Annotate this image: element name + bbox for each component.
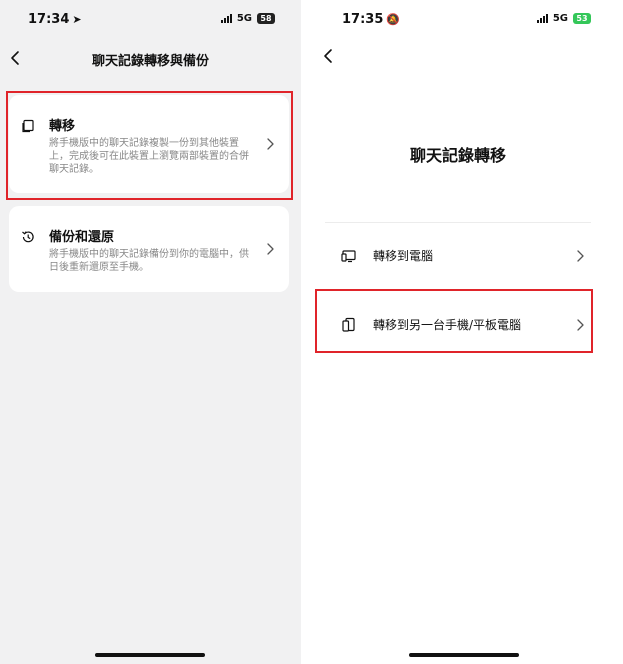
status-indicators: 5G 53 (536, 13, 591, 24)
transfer-to-device-label: 轉移到另一台手機/平板電腦 (373, 318, 522, 332)
transfer-to-device-row[interactable]: 轉移到另一台手機/平板電腦 (313, 295, 603, 355)
transfer-to-computer-row[interactable]: 轉移到電腦 (313, 226, 603, 286)
signal-icon (536, 14, 548, 23)
home-indicator (95, 653, 205, 657)
left-screen: 17:34 ➤ 5G 58 聊天記錄轉移與備份 轉移 將手機版中的聊天記錄複製一份… (0, 0, 301, 664)
nav-bar: 聊天記錄轉移與備份 (0, 44, 301, 74)
backup-restore-card[interactable]: 備份和還原 將手機版中的聊天記錄備份到你的電腦中，供日後重新還原至手機。 (9, 206, 289, 292)
history-icon (22, 231, 34, 243)
computer-icon (341, 250, 356, 263)
status-indicators: 5G 58 (220, 13, 275, 24)
backup-restore-title: 備份和還原 (49, 230, 115, 245)
chevron-right-icon (267, 243, 274, 255)
page-title: 聊天記錄轉移 (409, 146, 506, 165)
battery-charging-icon: 53 (573, 13, 591, 24)
bell-muted-icon: 🔕 (386, 13, 401, 26)
devices-icon (342, 317, 355, 332)
status-time-text: 17:35 (342, 12, 384, 27)
right-screen: 17:35 🔕 5G 53 聊天記錄轉移 轉移到電腦 轉移到另一台手機/平板電腦 (313, 0, 603, 664)
chevron-right-icon (577, 250, 584, 262)
chevron-right-icon (267, 138, 274, 150)
home-indicator (409, 653, 519, 657)
page-title: 聊天記錄轉移與備份 (91, 54, 209, 69)
status-time: 17:34 ➤ (28, 12, 82, 27)
transfer-to-computer-label: 轉移到電腦 (373, 249, 434, 263)
battery-icon: 58 (257, 13, 275, 24)
transfer-card[interactable]: 轉移 將手機版中的聊天記錄複製一份到其他裝置上，完成後可在此裝置上瀏覽兩部裝置的… (9, 95, 289, 193)
copy-icon (22, 119, 34, 133)
divider (325, 222, 591, 223)
chevron-right-icon (577, 319, 584, 331)
network-label: 5G (552, 13, 568, 24)
status-time: 17:35 🔕 (342, 12, 400, 27)
signal-icon (220, 14, 232, 23)
transfer-description: 將手機版中的聊天記錄複製一份到其他裝置上，完成後可在此裝置上瀏覽兩部裝置的合併聊… (49, 138, 249, 175)
back-chevron-icon[interactable] (319, 46, 339, 66)
status-bar: 17:35 🔕 5G 53 (313, 0, 603, 40)
network-label: 5G (236, 13, 252, 24)
status-time-text: 17:34 (28, 12, 70, 27)
backup-restore-description: 將手機版中的聊天記錄備份到你的電腦中，供日後重新還原至手機。 (49, 249, 249, 273)
status-bar: 17:34 ➤ 5G 58 (0, 0, 301, 40)
transfer-title: 轉移 (49, 119, 76, 134)
location-arrow-icon: ➤ (72, 13, 82, 26)
